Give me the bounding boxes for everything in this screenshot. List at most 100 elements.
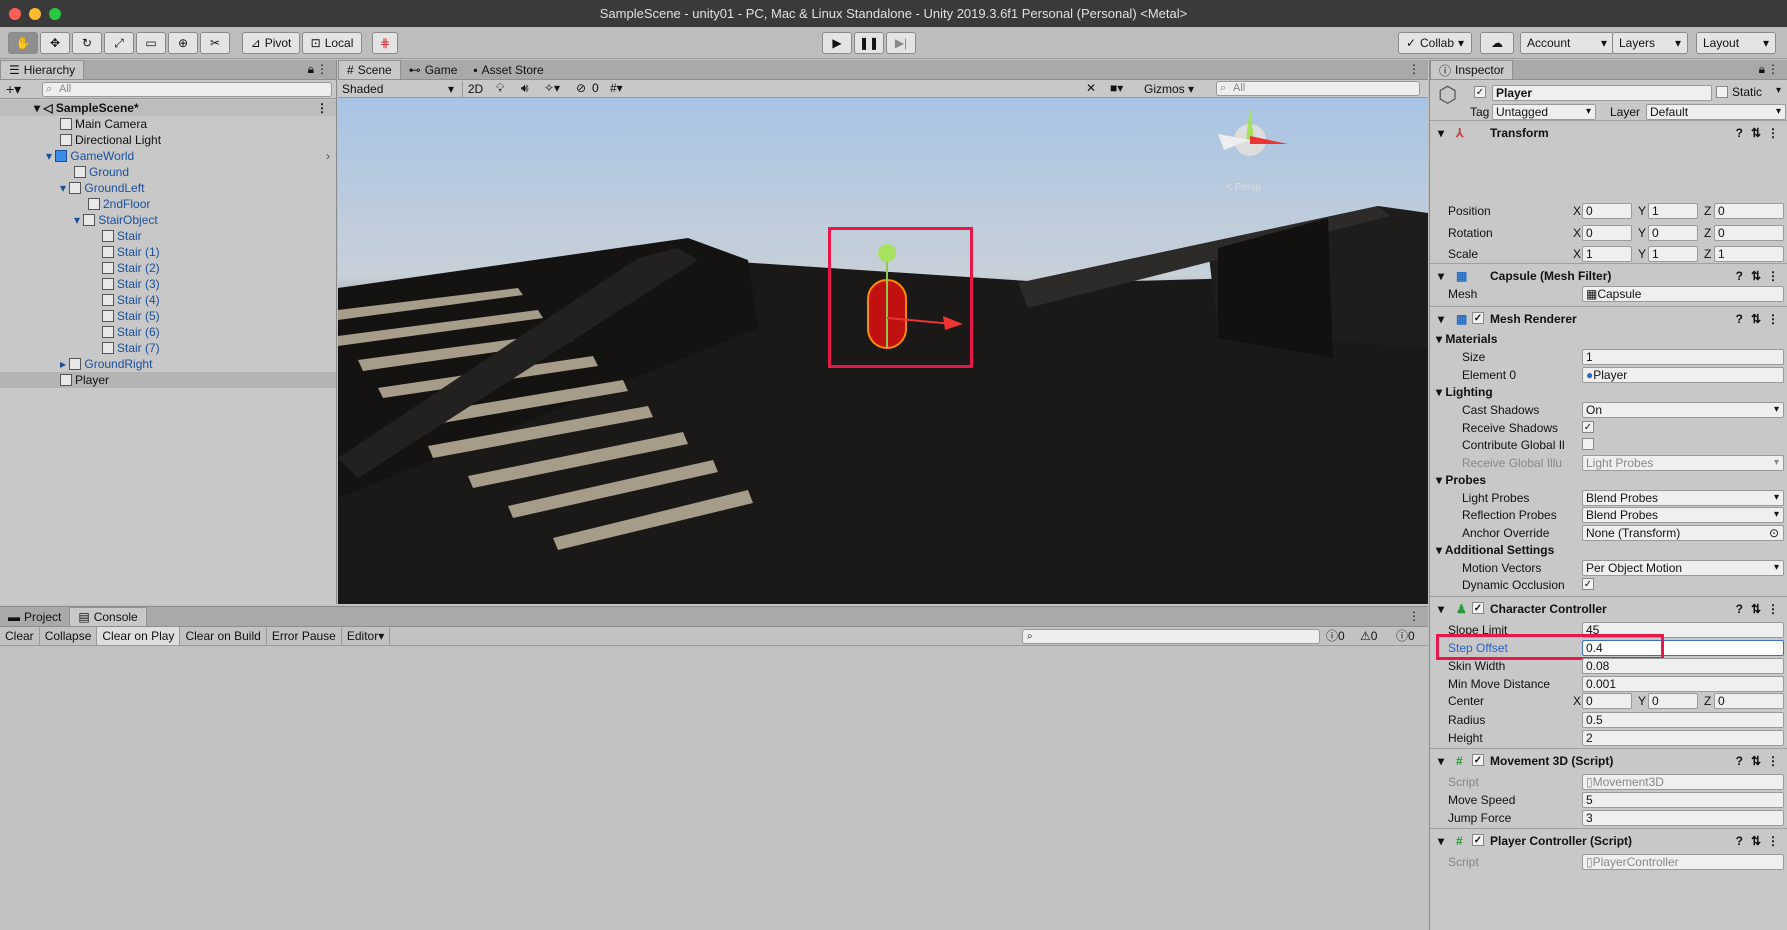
position-z-field[interactable]: 0 (1714, 203, 1784, 219)
transform-tool-button[interactable]: ⊕ (168, 32, 198, 54)
menu-icon[interactable]: ⋮ (1767, 264, 1779, 288)
dynamic-occlusion-checkbox[interactable]: ✓ (1582, 578, 1594, 590)
character-controller-enabled-checkbox[interactable]: ✓ (1472, 602, 1484, 614)
editor-dropdown[interactable]: Editor▾ (342, 627, 391, 645)
position-y-field[interactable]: 1 (1648, 203, 1698, 219)
clear-on-build-button[interactable]: Clear on Build (180, 627, 267, 645)
grid-toggle-icon[interactable]: #▾ (610, 81, 623, 95)
center-x-field[interactable]: 0 (1582, 693, 1632, 709)
layout-dropdown[interactable]: Layout ▾ (1696, 32, 1776, 54)
hierarchy-item[interactable]: Stair (6) (0, 324, 336, 340)
mesh-field[interactable]: ▦Capsule (1582, 286, 1784, 302)
menu-icon[interactable]: ⋮ (1767, 597, 1779, 621)
layer-dropdown[interactable]: Default (1646, 104, 1786, 120)
pause-button[interactable]: ❚❚ (854, 32, 884, 54)
local-button[interactable]: ⊡ Local (302, 32, 362, 54)
scene-search-input[interactable]: ⌕ All (1216, 81, 1420, 96)
hierarchy-search-input[interactable]: ⌕ All (42, 82, 332, 97)
hierarchy-item[interactable]: 2ndFloor (0, 196, 336, 212)
rotate-tool-button[interactable]: ↻ (72, 32, 102, 54)
preset-icon[interactable]: ⇅ (1751, 121, 1761, 145)
object-name-field[interactable]: Player (1492, 85, 1712, 101)
hierarchy-item[interactable]: Stair (1) (0, 244, 336, 260)
error-count-toggle[interactable]: ⓘ0 (1396, 627, 1415, 645)
hierarchy-scene-row[interactable]: ▾ ◁ SampleScene* ⋮ (0, 100, 336, 116)
hierarchy-item[interactable]: Stair (0, 228, 336, 244)
height-field[interactable]: 2 (1582, 730, 1784, 746)
preset-icon[interactable]: ⇅ (1751, 264, 1761, 288)
jump-force-field[interactable]: 3 (1582, 810, 1784, 826)
hierarchy-item[interactable]: Stair (2) (0, 260, 336, 276)
log-count-toggle[interactable]: ⓘ0 (1326, 627, 1345, 645)
collab-dropdown[interactable]: ✓ Collab ▾ (1398, 32, 1472, 54)
chevron-right-icon[interactable]: › (326, 148, 330, 164)
hierarchy-item[interactable]: Main Camera (0, 116, 336, 132)
mesh-renderer-enabled-checkbox[interactable]: ✓ (1472, 312, 1484, 324)
hierarchy-item[interactable]: Stair (4) (0, 292, 336, 308)
error-pause-button[interactable]: Error Pause (267, 627, 342, 645)
menu-icon[interactable]: ⋮ (1408, 62, 1420, 76)
tab-hierarchy[interactable]: ☰ Hierarchy (0, 60, 85, 79)
anchor-override-field[interactable]: None (Transform) ⊙ (1582, 525, 1784, 541)
menu-icon[interactable]: ⋮ (1767, 749, 1779, 773)
audio-icon[interactable]: 🔊︎ (521, 81, 529, 96)
step-button[interactable]: ▶| (886, 32, 916, 54)
active-checkbox[interactable]: ✓ (1474, 86, 1486, 98)
hierarchy-item[interactable]: Stair (7) (0, 340, 336, 356)
pivot-button[interactable]: ⊿ Pivot (242, 32, 300, 54)
preset-icon[interactable]: ⇅ (1751, 597, 1761, 621)
menu-icon[interactable]: ⋮ (1408, 609, 1420, 623)
player-controller-header[interactable]: ▾ # ✓ Player Controller (Script) ? ⇅ ⋮ (1430, 828, 1787, 852)
preset-icon[interactable]: ⇅ (1751, 749, 1761, 773)
collapse-button[interactable]: Collapse (40, 627, 98, 645)
preset-icon[interactable]: ⇅ (1751, 307, 1761, 331)
custom-tool-button[interactable]: ✂ (200, 32, 230, 54)
move-tool-button[interactable]: ✥ (40, 32, 70, 54)
hierarchy-item[interactable]: ▾ StairObject (0, 212, 336, 228)
tag-dropdown[interactable]: Untagged (1492, 104, 1596, 120)
hand-tool-button[interactable]: ✋ (8, 32, 38, 54)
2d-toggle[interactable]: 2D (462, 81, 488, 97)
tab-inspector[interactable]: ⓘ Inspector (1430, 60, 1514, 79)
hierarchy-item[interactable]: Ground (0, 164, 336, 180)
materials-size-field[interactable]: 1 (1582, 349, 1784, 365)
menu-icon[interactable]: ⋮ (1767, 121, 1779, 145)
shading-mode-dropdown[interactable]: Shaded ▾ (342, 81, 458, 97)
tab-scene[interactable]: # Scene (338, 60, 401, 79)
reflection-probes-dropdown[interactable]: Blend Probes (1582, 507, 1784, 523)
help-icon[interactable]: ? (1736, 829, 1743, 853)
rotation-x-field[interactable]: 0 (1582, 225, 1632, 241)
move-speed-field[interactable]: 5 (1582, 792, 1784, 808)
rect-tool-button[interactable]: ▭ (136, 32, 166, 54)
menu-icon[interactable]: ⋮ (1767, 307, 1779, 331)
materials-foldout[interactable]: ▾ Materials (1436, 332, 1497, 346)
static-checkbox[interactable] (1716, 86, 1728, 98)
tab-asset-store[interactable]: ▪ Asset Store (465, 60, 551, 79)
lock-icon[interactable]: 🔒︎ (308, 62, 314, 77)
lock-icon[interactable]: 🔒︎ (1759, 62, 1765, 77)
minimize-window-button[interactable] (29, 8, 41, 20)
play-button[interactable]: ▶ (822, 32, 852, 54)
chevron-down-icon[interactable]: ▾ (1776, 85, 1781, 96)
element0-field[interactable]: ●Player (1582, 367, 1784, 383)
menu-icon[interactable]: ⋮ (316, 100, 328, 116)
cloud-button[interactable]: ☁ (1480, 32, 1514, 54)
player-controller-enabled-checkbox[interactable]: ✓ (1472, 834, 1484, 846)
rotation-y-field[interactable]: 0 (1648, 225, 1698, 241)
object-picker-icon[interactable]: ⊙ (1769, 526, 1779, 540)
tab-project[interactable]: ▬ Project (0, 607, 69, 626)
center-y-field[interactable]: 0 (1648, 693, 1698, 709)
help-icon[interactable]: ? (1736, 597, 1743, 621)
transform-header[interactable]: ▾ ⅄ Transform ? ⇅ ⋮ (1430, 120, 1787, 144)
lighting-icon[interactable]: 💡︎ (496, 81, 504, 96)
light-probes-dropdown[interactable]: Blend Probes (1582, 490, 1784, 506)
scale-x-field[interactable]: 1 (1582, 246, 1632, 262)
warning-count-toggle[interactable]: ⚠0 (1360, 627, 1377, 645)
motion-vectors-dropdown[interactable]: Per Object Motion (1582, 560, 1784, 576)
snap-button[interactable]: ⋕ (372, 32, 398, 54)
clear-button[interactable]: Clear (0, 627, 40, 645)
menu-icon[interactable]: ⋮ (316, 62, 328, 76)
skin-width-field[interactable]: 0.08 (1582, 658, 1784, 674)
gameobject-icon[interactable]: ⬡ (1438, 82, 1457, 108)
center-z-field[interactable]: 0 (1714, 693, 1784, 709)
